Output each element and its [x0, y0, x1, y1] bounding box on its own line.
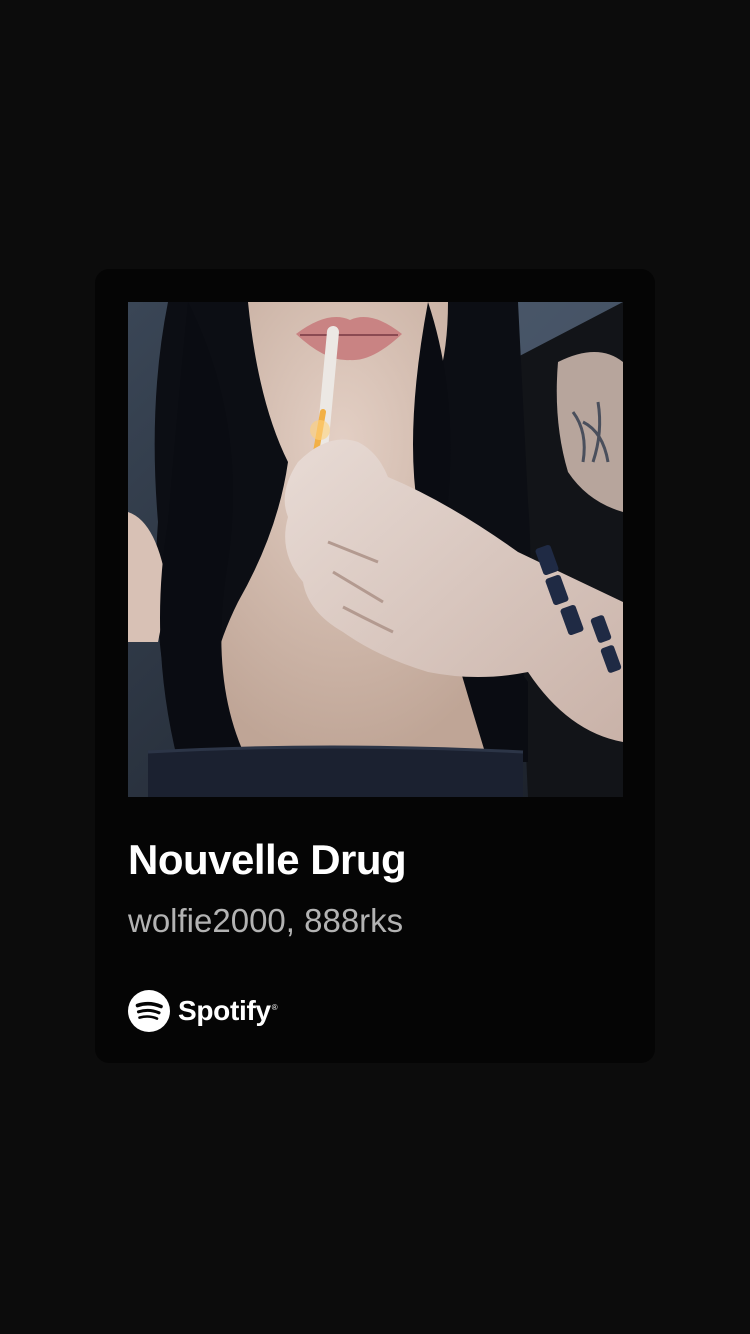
track-artists: wolfie2000, 888rks: [128, 902, 404, 939]
trademark-symbol: ®: [271, 1003, 278, 1012]
spotify-logo-icon: [128, 990, 170, 1032]
story-screen: Nouvelle Drug wolfie2000, 888rks Spotify…: [0, 0, 750, 1334]
spotify-wordmark: Spotify®: [178, 995, 278, 1026]
album-cover-image: [128, 302, 623, 797]
spotify-brand[interactable]: Spotify®: [128, 989, 278, 1033]
track-title: Nouvelle Drug: [128, 836, 407, 883]
album-cover[interactable]: [128, 302, 623, 797]
share-card[interactable]: Nouvelle Drug wolfie2000, 888rks Spotify…: [95, 269, 655, 1063]
